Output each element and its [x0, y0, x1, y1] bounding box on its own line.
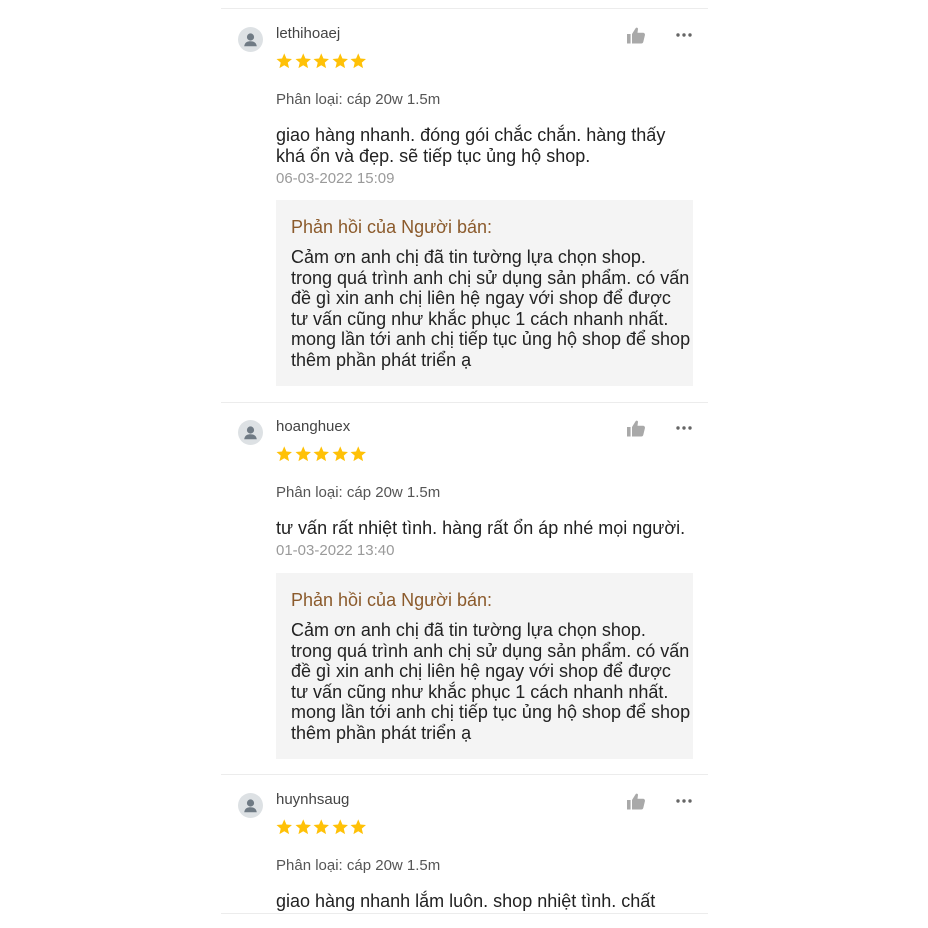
review-date: 01-03-2022 13:40	[276, 542, 395, 559]
star-rating	[275, 52, 368, 72]
thumbs-up-icon[interactable]	[624, 24, 648, 48]
thumbs-up-icon[interactable]	[624, 417, 648, 441]
star-icon	[295, 53, 311, 69]
seller-reply-title: Phản hồi của Người bán:	[291, 590, 492, 610]
product-variant: Phân loại: cáp 20w 1.5m	[276, 484, 441, 501]
star-rating	[275, 818, 368, 838]
review-item: hoanghuex Phân loại: cáp 20w 1.5m tư vấn…	[221, 402, 708, 774]
star-icon	[313, 819, 329, 835]
star-icon	[313, 53, 329, 69]
review-divider	[221, 913, 708, 914]
more-options-icon[interactable]	[673, 790, 695, 812]
star-icon	[295, 446, 311, 462]
review-comment: giao hàng nhanh. đóng gói chắc chắn. hàn…	[276, 125, 666, 166]
user-avatar-icon[interactable]	[238, 27, 263, 52]
star-icon	[276, 53, 292, 69]
review-item: lethihoaej Phân loại: cáp 20w 1.5m giao …	[221, 9, 708, 402]
user-avatar-icon[interactable]	[238, 793, 263, 818]
star-icon	[313, 446, 329, 462]
review-date: 06-03-2022 15:09	[276, 170, 395, 187]
star-rating	[275, 445, 368, 465]
star-icon	[276, 446, 292, 462]
review-username[interactable]: hoanghuex	[276, 418, 350, 435]
seller-reply-text: Cảm ơn anh chị đã tin tường lựa chọn sho…	[291, 247, 691, 370]
star-icon	[332, 446, 348, 462]
star-icon	[332, 53, 348, 69]
star-icon	[350, 446, 366, 462]
more-options-icon[interactable]	[673, 24, 695, 46]
seller-reply: Phản hồi của Người bán: Cảm ơn anh chị đ…	[276, 200, 693, 386]
seller-reply-title: Phản hồi của Người bán:	[291, 217, 492, 237]
review-item: huynhsaug Phân loại: cáp 20w 1.5m giao h…	[221, 775, 708, 914]
review-comment: giao hàng nhanh lắm luôn. shop nhiệt tìn…	[276, 891, 656, 914]
star-icon	[276, 819, 292, 835]
thumbs-up-icon[interactable]	[624, 790, 648, 814]
review-username[interactable]: huynhsaug	[276, 791, 349, 808]
user-avatar-icon[interactable]	[238, 420, 263, 445]
star-icon	[350, 819, 366, 835]
seller-reply: Phản hồi của Người bán: Cảm ơn anh chị đ…	[276, 573, 693, 759]
star-icon	[350, 53, 366, 69]
review-username[interactable]: lethihoaej	[276, 25, 340, 42]
review-feed: lethihoaej Phân loại: cáp 20w 1.5m giao …	[221, 0, 708, 914]
star-icon	[295, 819, 311, 835]
product-variant: Phân loại: cáp 20w 1.5m	[276, 857, 441, 874]
more-options-icon[interactable]	[673, 417, 695, 439]
star-icon	[332, 819, 348, 835]
product-variant: Phân loại: cáp 20w 1.5m	[276, 91, 441, 108]
review-comment: tư vấn rất nhiệt tình. hàng rất ổn áp nh…	[276, 518, 686, 538]
seller-reply-text: Cảm ơn anh chị đã tin tường lựa chọn sho…	[291, 620, 691, 743]
